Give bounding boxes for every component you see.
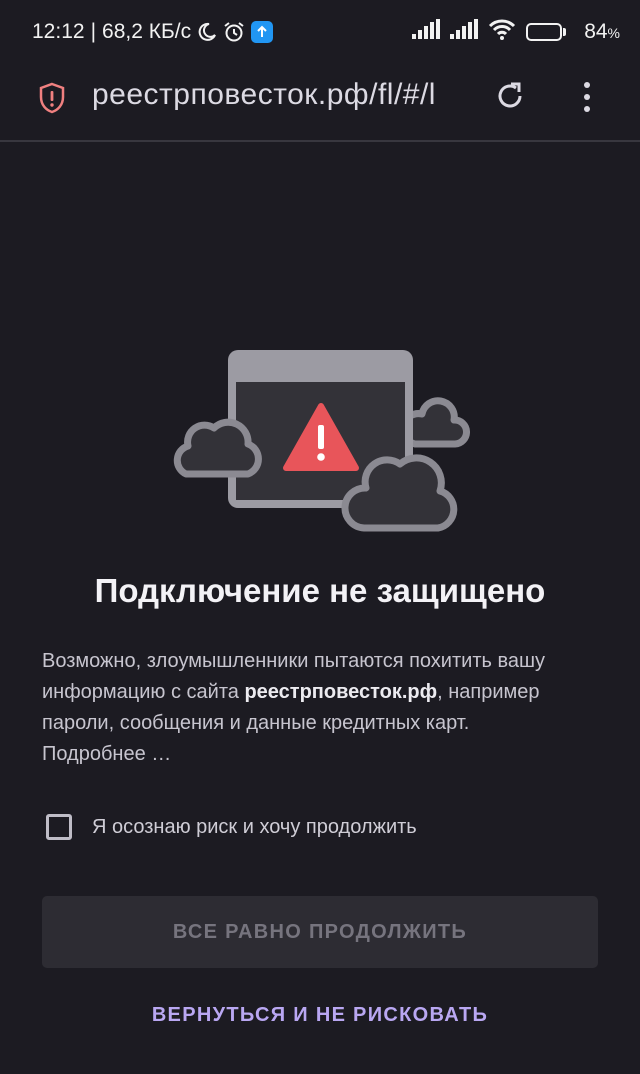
risk-checkbox[interactable] <box>46 814 72 840</box>
wifi-icon <box>488 18 516 45</box>
signal-icon <box>412 19 441 44</box>
battery-icon <box>526 22 567 41</box>
status-right: 84% <box>412 18 620 45</box>
more-vert-icon[interactable] <box>578 80 596 114</box>
url-bar: реестрповесток.рф/fl/#/l <box>0 62 640 142</box>
upload-icon <box>251 21 274 43</box>
battery-percent-value: 84 <box>584 19 608 43</box>
url-field[interactable]: реестрповесток.рф/fl/#/l <box>92 78 472 112</box>
reload-icon[interactable] <box>494 80 526 112</box>
separator: | <box>90 20 97 43</box>
go-back-button[interactable]: ВЕРНУТЬСЯ И НЕ РИСКОВАТЬ <box>0 1004 640 1027</box>
learn-more-link[interactable]: Подробнее … <box>42 743 171 765</box>
site-name: реестрповесток.рф <box>244 681 438 703</box>
battery-percent: 84% <box>584 20 620 44</box>
battery-percent-sign: % <box>607 24 620 41</box>
continue-anyway-button[interactable]: ВСЕ РАВНО ПРОДОЛЖИТЬ <box>42 896 598 968</box>
moon-icon <box>197 22 217 42</box>
network-speed: 68,2 КБ/с <box>102 20 192 43</box>
status-left: 12:12 | 68,2 КБ/с <box>32 20 274 44</box>
page-title: Подключение не защищено <box>94 572 546 609</box>
risk-acknowledge-row[interactable]: Я осознаю риск и хочу продолжить <box>46 814 417 840</box>
error-description: Возможно, злоумышленники пытаются похити… <box>42 646 602 770</box>
status-bar: 12:12 | 68,2 КБ/с 84% <box>0 0 640 62</box>
alarm-icon <box>223 21 245 43</box>
cloud-icon <box>173 418 262 478</box>
signal-icon <box>450 19 479 44</box>
shield-warning-icon[interactable] <box>38 82 66 114</box>
insecure-connection-illustration <box>170 348 470 538</box>
clock: 12:12 <box>32 20 85 43</box>
risk-checkbox-label[interactable]: Я осознаю риск и хочу продолжить <box>92 816 417 839</box>
